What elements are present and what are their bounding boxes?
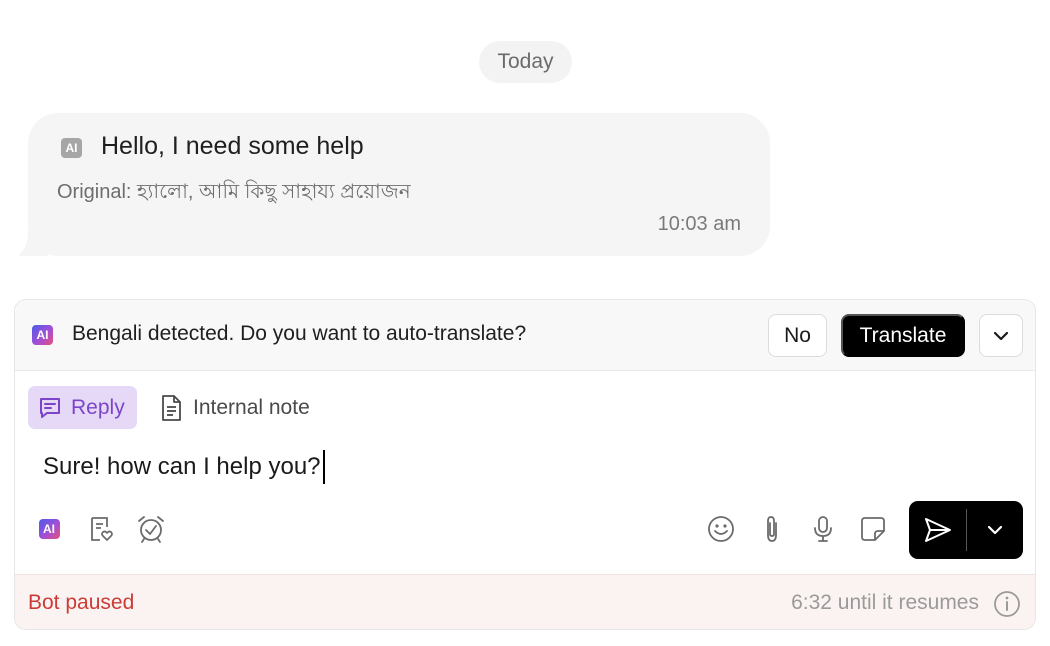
chevron-down-icon bbox=[993, 331, 1009, 340]
info-icon[interactable] bbox=[993, 590, 1021, 618]
send-button[interactable] bbox=[909, 501, 966, 559]
language-detected-text: Bengali detected. Do you want to auto-tr… bbox=[72, 322, 527, 345]
translate-banner: AI Bengali detected. Do you want to auto… bbox=[15, 300, 1035, 371]
microphone-icon bbox=[814, 516, 832, 542]
message-timestamp: 10:03 am bbox=[657, 213, 741, 235]
bot-status-bar: Bot paused 6:32 until it resumes bbox=[15, 574, 1035, 629]
send-icon bbox=[924, 518, 951, 542]
knowledge-button[interactable] bbox=[86, 514, 116, 544]
document-icon bbox=[162, 394, 181, 421]
emoji-icon bbox=[708, 516, 734, 542]
tab-internal-note-label: Internal note bbox=[193, 395, 310, 419]
reply-input-value: Sure! how can I help you? bbox=[43, 453, 321, 480]
emoji-button[interactable] bbox=[706, 514, 736, 544]
reply-input[interactable]: Sure! how can I help you? bbox=[43, 450, 325, 484]
tab-internal-note[interactable]: Internal note bbox=[159, 386, 310, 429]
message-text: Hello, I need some help bbox=[101, 132, 364, 160]
voice-button[interactable] bbox=[808, 514, 838, 544]
send-button-group bbox=[909, 501, 1023, 559]
decline-translate-button[interactable]: No bbox=[768, 314, 827, 357]
bubble-tail bbox=[19, 232, 48, 256]
translate-options-button[interactable] bbox=[979, 314, 1023, 357]
attach-button[interactable] bbox=[757, 514, 787, 544]
send-options-button[interactable] bbox=[967, 501, 1023, 559]
tab-reply-label: Reply bbox=[71, 395, 125, 419]
resume-countdown: 6:32 until it resumes bbox=[791, 591, 979, 614]
ai-icon: AI bbox=[32, 325, 53, 345]
bot-paused-label: Bot paused bbox=[28, 591, 135, 614]
sticker-icon bbox=[861, 517, 885, 541]
ai-assist-button[interactable]: AI bbox=[34, 514, 64, 544]
text-caret bbox=[322, 450, 325, 484]
ai-translated-icon: AI bbox=[61, 138, 82, 158]
snooze-alarm-icon bbox=[138, 516, 164, 543]
attachment-icon bbox=[767, 516, 777, 542]
sticker-button[interactable] bbox=[858, 514, 888, 544]
knowledge-doc-icon bbox=[91, 517, 113, 541]
chevron-down-icon bbox=[987, 525, 1003, 535]
date-divider: Today bbox=[479, 41, 572, 83]
chat-bubble-icon bbox=[40, 397, 60, 418]
tab-reply[interactable]: Reply bbox=[28, 386, 137, 429]
snooze-button[interactable] bbox=[136, 514, 166, 544]
reply-composer: AI Bengali detected. Do you want to auto… bbox=[14, 299, 1036, 630]
ai-assist-icon: AI bbox=[38, 519, 60, 539]
translate-button[interactable]: Translate bbox=[841, 314, 965, 357]
message-original-text: Original: হ্যালো, আমি কিছু সাহায্য প্রয়… bbox=[57, 181, 411, 203]
